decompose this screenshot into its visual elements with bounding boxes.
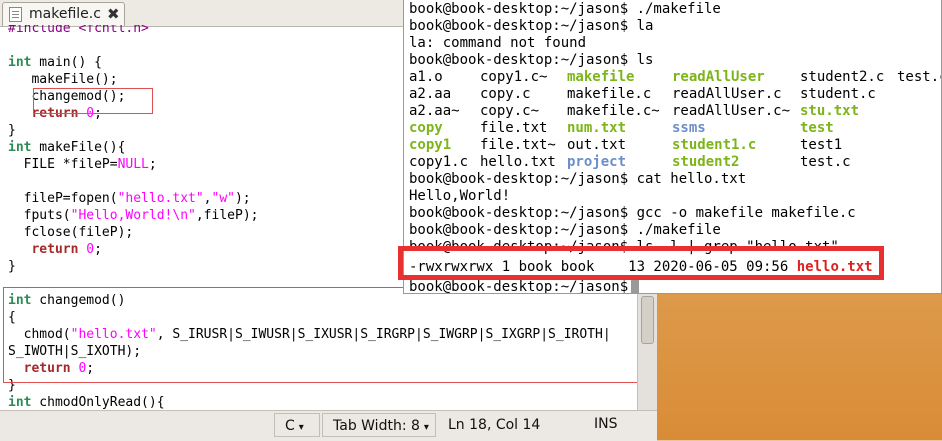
code-token: ; [148,157,157,172]
code-token: ; [94,242,102,257]
code-line: } [8,258,16,275]
terminal-line: book@book-desktop:~/jason$ ./makefile [409,222,721,238]
ls-entry: makefile.c [567,86,652,102]
code-token: , [203,191,212,206]
code-line: int main() { [8,54,102,71]
ls-entry: copy1.c [409,154,469,170]
code-token: #include <fcntl.h> [8,25,149,36]
terminal-line: book@book-desktop:~/jason$ cat hello.txt [409,171,747,187]
code-token: } [8,259,16,274]
code-token: int [8,55,32,70]
ls-entry: copy.c~ [480,103,540,119]
tab-label: makefile.c [29,6,101,22]
ls-entry: ssms [672,120,706,136]
status-bar: C ▾ Tab Width: 8 ▾ Ln 18, Col 14 INS [0,410,657,441]
insert-mode-indicator: INS [594,416,618,432]
ls-entry: copy [409,120,443,136]
code-line: } [8,122,16,139]
ls-entry: hello.txt [480,154,556,170]
code-token: ,fileP); [195,208,259,223]
ls-entry: readAllUser.c [672,86,782,102]
ls-entry: test [800,120,834,136]
code-token: main() { [31,55,102,70]
tab-width-label: Tab Width: [333,418,407,434]
terminal-line: book@book-desktop:~/jason$ gcc -o makefi… [409,205,856,221]
code-token: int [8,140,32,155]
code-line: int chmodOnlyRead(){ [8,394,165,410]
code-token: fileP=fopen( [8,191,118,206]
tab-makefile-c[interactable]: makefile.c ✖ [2,2,125,26]
code-token: fclose(fileP); [8,225,134,240]
code-token: "hello.txt" [117,191,204,206]
code-line: return 0; [8,241,102,258]
ls-entry: student2.c [800,69,885,85]
permission-highlight-box [398,246,884,280]
ls-entry: a1.o [409,69,443,85]
code-line: #include <fcntl.h> [8,25,149,37]
code-token: } [8,123,16,138]
code-line: makeFile(); [8,71,118,88]
language-label: C [285,418,295,434]
terminal-line: book@book-desktop:~/jason$ ./makefile [409,1,721,17]
code-token: fputs( [8,208,71,223]
code-line: fclose(fileP); [8,224,134,241]
close-tab-icon[interactable]: ✖ [107,5,120,23]
code-token: ); [234,191,251,206]
code-token: int [8,395,32,410]
text-cursor [631,279,640,293]
ls-entry: makefile [567,69,635,85]
code-line: FILE *fileP=NULL; [8,156,157,173]
ls-entry: copy.c [480,86,531,102]
ls-entry: student2 [672,154,740,170]
ls-entry: test.c [897,69,941,85]
code-token: makeFile(){ [31,140,126,155]
code-token: makeFile(); [8,72,118,87]
code-token: return [31,242,79,257]
ls-entry: makefile.c~ [567,103,660,119]
terminal-prompt: book@book-desktop:~/jason$ [409,279,640,294]
tab-width-selector[interactable]: Tab Width: 8 ▾ [322,413,436,437]
ls-entry: student1.c [672,137,757,153]
code-token: 0 [86,242,95,257]
code-token: "w" [211,191,235,206]
language-selector[interactable]: C ▾ [274,413,320,437]
chevron-down-icon: ▾ [298,422,304,433]
code-token: "Hello,World!\n" [70,208,196,223]
code-line: fileP=fopen("hello.txt","w"); [8,190,251,207]
code-token: chmodOnlyRead(){ [31,395,165,410]
ls-entry: readAllUser [672,69,765,85]
ls-entry: project [567,154,627,170]
ls-entry: test1 [800,137,843,153]
ls-entry: a2.aa~ [409,103,460,119]
ls-entry: num.txt [567,120,627,136]
tab-width-value: 8 [411,418,420,434]
ls-entry: copy1.c~ [480,69,548,85]
ls-entry: out.txt [567,137,627,153]
ls-entry: copy1 [409,137,452,153]
chevron-down-icon: ▾ [423,422,429,433]
code-line: fputs("Hello,World!\n",fileP); [8,207,259,224]
prompt-text: book@book-desktop:~/jason$ [409,279,629,294]
terminal-line: Hello,World! [409,188,511,204]
scrollbar-thumb[interactable] [641,296,654,344]
ls-entry: stu.txt [800,103,860,119]
ls-entry: file.txt~ [480,137,556,153]
changemod-call-annotation-box [33,88,153,114]
code-token: NULL [117,157,149,172]
code-token: FILE *fileP= [8,157,118,172]
terminal-line: la: command not found [409,35,587,51]
ls-entry: file.txt [480,120,548,136]
ls-entry: readAllUser.c~ [672,103,791,119]
ls-entry: student.c [800,86,876,102]
ls-entry: test.c [800,154,851,170]
document-icon [9,7,22,22]
changemod-function-annotation-box [3,287,638,383]
code-line: int makeFile(){ [8,139,125,156]
cursor-position: Ln 18, Col 14 [448,417,541,433]
terminal-line: book@book-desktop:~/jason$ la [409,18,654,34]
terminal-line: book@book-desktop:~/jason$ ls [409,52,654,68]
ls-entry: a2.aa [409,86,452,102]
